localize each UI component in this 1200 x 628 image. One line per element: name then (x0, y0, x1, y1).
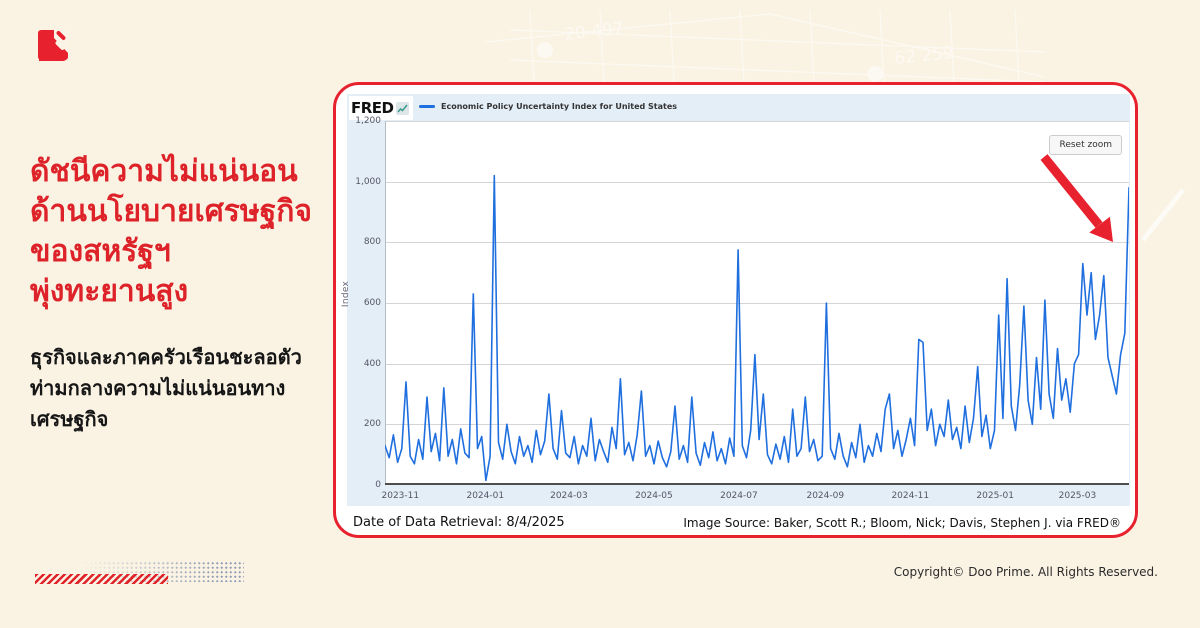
plot-area[interactable] (382, 121, 1132, 487)
headline-line: พุ่งทะยานสูง (30, 274, 189, 309)
y-axis-tick-label: 1,000 (355, 176, 381, 187)
headline-thai: ดัชนีความไม่แน่นอน ด้านนโยบายเศรษฐกิจ ขอ… (30, 152, 335, 312)
image-source-credit: Image Source: Baker, Scott R.; Bloom, Ni… (683, 516, 1121, 530)
fred-sparkline-icon (395, 101, 409, 115)
subheadline-thai: ธุรกิจและภาคครัวเรือนชะลอตัว ท่ามกลางควา… (30, 342, 340, 435)
decorative-striped-bar (35, 574, 168, 584)
x-axis-tick-label: 2024-05 (635, 491, 673, 501)
x-axis-tick-label: 2024-11 (891, 491, 930, 501)
x-axis-tick-label: 2024-03 (550, 491, 588, 501)
background-watermark-pattern: 20 497 62 259 (484, 9, 1046, 85)
watermark-number: 62 259 (893, 43, 954, 69)
epu-series-line (384, 174, 1130, 482)
reset-zoom-button[interactable]: Reset zoom (1049, 135, 1122, 155)
y-axis-tick-label: 400 (363, 358, 381, 369)
x-axis-tick-label: 2025-01 (976, 491, 1015, 501)
legend-item-epu[interactable]: Economic Policy Uncertainty Index for Un… (419, 102, 677, 111)
doo-prime-logo (38, 30, 68, 61)
doo-prime-infographic: { "page": { "background_color": "#faf3e4… (0, 0, 1200, 628)
watermark-number: 20 497 (563, 19, 624, 45)
headline-line: ดัชนีความไม่แน่นอน (30, 154, 298, 189)
watermark-dot (867, 66, 883, 82)
y-axis-tick-label: 600 (363, 298, 381, 308)
y-axis-tick-label: 800 (363, 237, 381, 248)
x-axis-tick-label: 2024-01 (466, 491, 505, 501)
y-axis-tick-label: 0 (375, 480, 381, 490)
subheadline-line: ท่ามกลางความไม่แน่นอนทาง (30, 376, 286, 400)
x-axis-line (382, 483, 1132, 487)
x-axis-tick-label: 2024-09 (806, 491, 845, 501)
background-watermark-stroke (1141, 188, 1185, 242)
legend-line-swatch (419, 105, 435, 108)
epu-line-svg (382, 121, 1132, 487)
headline-line: ด้านนโยบายเศรษฐกิจ (30, 194, 312, 229)
y-axis-tick-label: 200 (363, 419, 381, 430)
y-axis-tick-label: 1,200 (355, 116, 381, 126)
copyright-text: Copyright© Doo Prime. All Rights Reserve… (893, 565, 1158, 579)
fred-chart-card: FRED Economic Policy Uncertainty Index f… (333, 82, 1138, 538)
legend-label: Economic Policy Uncertainty Index for Un… (441, 102, 678, 111)
data-retrieval-date: Date of Data Retrieval: 8/4/2025 (353, 515, 565, 530)
fred-chart: FRED Economic Policy Uncertainty Index f… (341, 94, 1132, 506)
watermark-dot (537, 42, 553, 58)
subheadline-line: เศรษฐกิจ (30, 407, 109, 431)
subheadline-line: ธุรกิจและภาคครัวเรือนชะลอตัว (30, 345, 302, 369)
x-axis-tick-label: 2023-11 (381, 491, 420, 501)
headline-line: ของสหรัฐฯ (30, 234, 171, 269)
x-axis-tick-label: 2024-07 (720, 491, 758, 501)
x-axis-tick-label: 2025-03 (1058, 491, 1097, 501)
